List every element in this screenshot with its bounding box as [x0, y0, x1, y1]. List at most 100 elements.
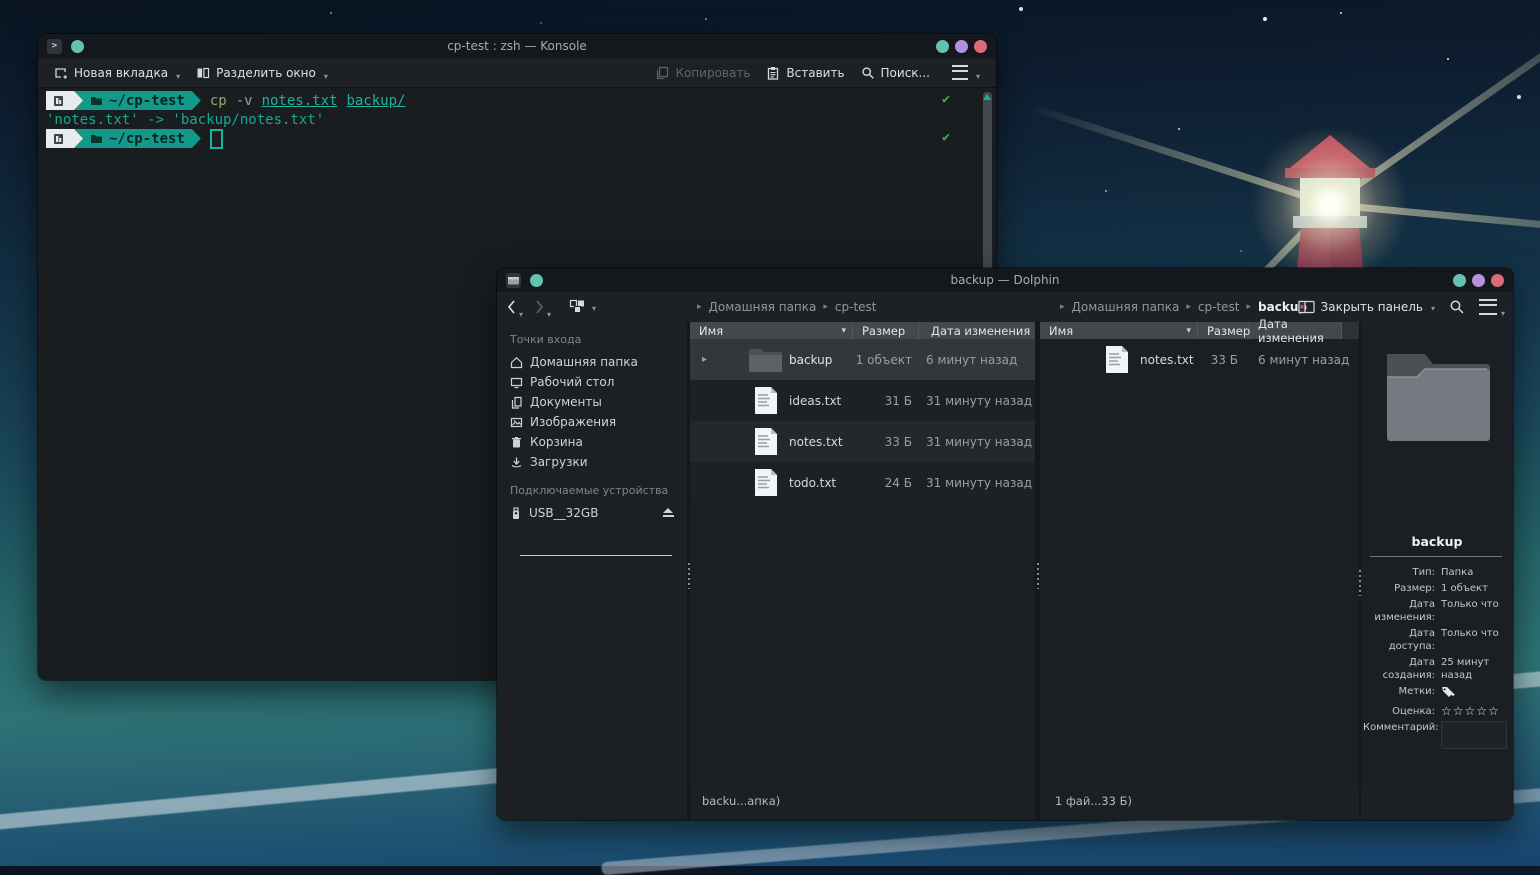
crumb-arrow-icon: ▸ — [1060, 302, 1065, 312]
column-header-size[interactable]: Размер — [853, 322, 919, 339]
check-icon: ✔ — [942, 92, 950, 107]
column-header-name[interactable]: Имя ▾ — [1040, 322, 1198, 339]
monitor-icon — [510, 376, 523, 389]
file-row-todo[interactable]: todo.txt 24 Б 31 минуту назад — [690, 462, 1035, 503]
info-accessed-value: Только что — [1441, 627, 1511, 653]
pin-window-button[interactable] — [71, 40, 84, 53]
new-tab-label: Новая вкладка — [74, 66, 168, 80]
sidebar-item-downloads[interactable]: Загрузки — [497, 452, 687, 472]
info-rating-label: Оценка: — [1363, 705, 1435, 718]
sidebar-item-images[interactable]: Изображения — [497, 412, 687, 432]
chevron-down-icon: ▾ — [324, 72, 328, 81]
file-icon — [754, 386, 778, 415]
forward-icon — [535, 299, 544, 315]
distro-icon — [53, 133, 64, 145]
close-button[interactable] — [1491, 274, 1504, 287]
info-created-label: Дата создания: — [1363, 656, 1435, 682]
sidebar-item-desktop[interactable]: Рабочий стол — [497, 372, 687, 392]
new-tab-icon — [54, 66, 68, 80]
terminal-cursor — [210, 129, 223, 149]
back-button[interactable]: ▾ — [507, 299, 523, 315]
crumb-cp-test[interactable]: cp-test — [835, 300, 877, 314]
file-row-notes[interactable]: notes.txt 33 Б 31 минуту назад — [690, 421, 1035, 462]
command-arg2: backup/ — [346, 93, 405, 109]
prompt-path-segment: ~/cp-test — [73, 91, 201, 110]
pin-window-button[interactable] — [530, 274, 543, 287]
file-row-backup[interactable]: ▸ backup 1 объект 6 минут назад — [690, 339, 1035, 380]
file-icon — [1105, 345, 1129, 374]
tag-add-icon — [1441, 685, 1455, 698]
close-panel-button[interactable]: Закрыть панель ▾ — [1298, 300, 1435, 314]
sidebar-item-documents[interactable]: Документы — [497, 392, 687, 412]
hamburger-icon — [1479, 299, 1497, 315]
places-section-header: Точки входа — [497, 322, 687, 352]
expand-arrow-icon[interactable]: ▸ — [702, 339, 707, 380]
konsole-menu-button[interactable]: ▾ — [946, 61, 986, 85]
search-button[interactable]: Поиск... — [855, 61, 936, 85]
file-size: 31 Б — [830, 380, 912, 421]
right-pane: notes.txt 33 Б 6 минут назад — [1040, 339, 1360, 786]
devices-section-header: Подключаемые устройства — [497, 472, 687, 503]
view-mode-button[interactable]: ▾ — [569, 299, 596, 315]
hamburger-icon — [952, 65, 968, 80]
minimize-button[interactable] — [1453, 274, 1466, 287]
column-header-name[interactable]: Имя ▾ — [690, 322, 853, 339]
prompt-path: ~/cp-test — [109, 131, 185, 147]
comment-box[interactable] — [1441, 721, 1507, 749]
distro-icon — [53, 95, 64, 107]
crumb-home[interactable]: Домашняя папка — [709, 300, 817, 314]
maximize-button[interactable] — [1472, 274, 1485, 287]
close-button[interactable] — [974, 40, 987, 53]
command-arg1: notes.txt — [262, 93, 338, 109]
crumb-home[interactable]: Домашняя папка — [1072, 300, 1180, 314]
column-headers-right: Имя ▾ Размер Дата изменения — [1040, 322, 1360, 339]
check-icon: ✔ — [942, 130, 950, 145]
eject-icon[interactable] — [663, 508, 674, 518]
information-panel: backup Тип: Папка Размер: 1 объект Дата … — [1361, 322, 1513, 820]
copy-button[interactable]: Копировать — [649, 61, 756, 85]
paste-button[interactable]: Вставить — [760, 61, 850, 85]
file-row-ideas[interactable]: ideas.txt 31 Б 31 минуту назад — [690, 380, 1035, 421]
crumb-arrow-icon: ▸ — [697, 302, 702, 312]
maximize-button[interactable] — [955, 40, 968, 53]
info-accessed-label: Дата доступа: — [1363, 627, 1435, 653]
forward-button[interactable]: ▾ — [535, 299, 551, 315]
prompt-path: ~/cp-test — [109, 93, 185, 109]
konsole-app-icon[interactable]: > — [47, 39, 62, 54]
minimize-button[interactable] — [936, 40, 949, 53]
column-header-modified[interactable]: Дата изменения — [1250, 322, 1342, 339]
sidebar-item-home[interactable]: Домашняя папка — [497, 352, 687, 372]
close-panel-label: Закрыть панель — [1321, 300, 1423, 314]
konsole-titlebar[interactable]: > cp-test : zsh — Konsole — [38, 34, 996, 58]
rating-stars[interactable]: ☆☆☆☆☆ — [1441, 705, 1511, 718]
column-header-size[interactable]: Размер — [1198, 322, 1250, 339]
desktop: { "icons": { "crumb": "▸", "caret": "▾",… — [0, 0, 1540, 866]
scrollbar-marker-icon — [983, 94, 991, 100]
dolphin-titlebar[interactable]: backup — Dolphin — [497, 268, 1513, 292]
search-icon[interactable] — [1449, 299, 1465, 315]
sidebar-item-trash[interactable]: Корзина — [497, 432, 687, 452]
info-details: Тип: Папка Размер: 1 объект Дата изменен… — [1363, 566, 1511, 749]
dolphin-app-icon[interactable] — [506, 273, 521, 288]
sidebar-item-label: Домашняя папка — [530, 355, 638, 369]
file-icon — [754, 427, 778, 456]
new-tab-button[interactable]: Новая вкладка ▾ — [48, 61, 186, 85]
file-modified: 31 минуту назад — [926, 380, 1032, 421]
column-header-modified[interactable]: Дата изменения — [919, 322, 1035, 339]
trash-icon — [510, 436, 523, 449]
command-line: cp -v notes.txt backup/ — [210, 93, 406, 109]
split-window-button[interactable]: Разделить окно ▾ — [190, 61, 334, 85]
dolphin-menu-button[interactable]: ▾ — [1479, 299, 1505, 315]
column-header-gutter — [1342, 322, 1360, 339]
terminal-line-1: ~/cp-test cp -v notes.txt backup/ ✔ — [40, 91, 994, 110]
paste-label: Вставить — [786, 66, 844, 80]
file-row-notes[interactable]: notes.txt 33 Б 6 минут назад — [1040, 339, 1360, 380]
info-divider — [1370, 556, 1502, 557]
sidebar-item-usb[interactable]: USB__32GB — [497, 503, 687, 523]
chevron-down-icon: ▾ — [976, 72, 980, 81]
info-tags-value[interactable] — [1441, 685, 1511, 702]
sidebar-item-label: Рабочий стол — [530, 375, 614, 389]
crumb-cp-test[interactable]: cp-test — [1198, 300, 1240, 314]
file-modified: 6 минут назад — [1258, 339, 1349, 380]
command-flag: -v — [236, 93, 253, 109]
